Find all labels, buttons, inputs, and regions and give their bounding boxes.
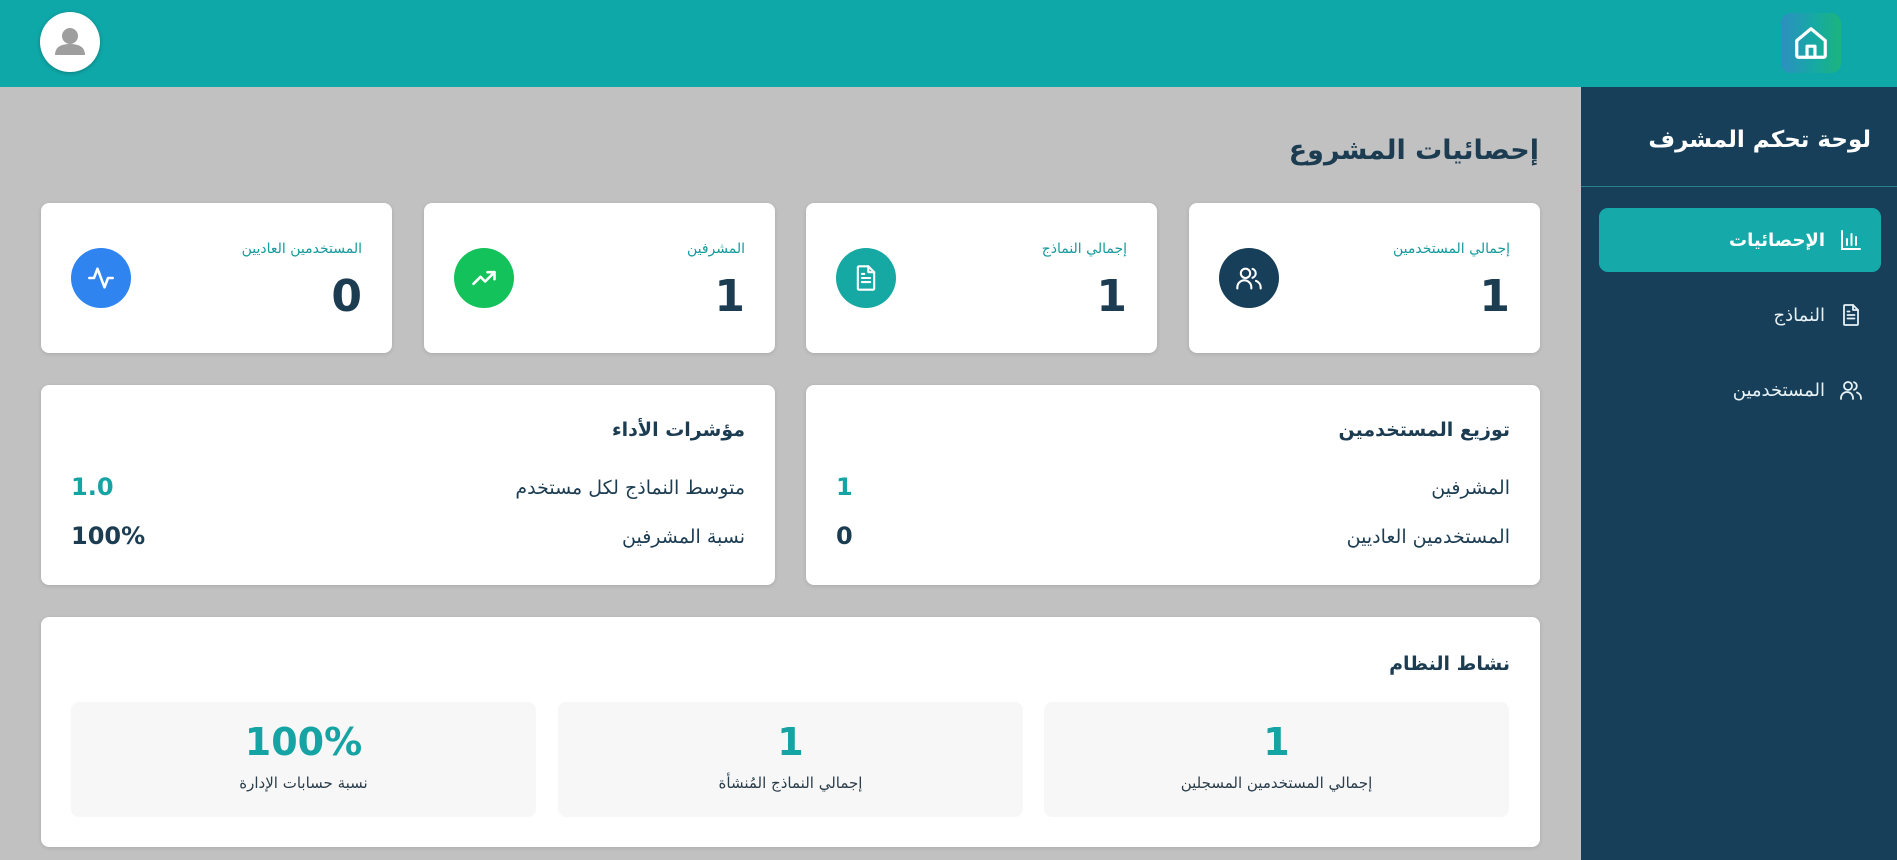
distribution-row-value: 0 — [836, 522, 853, 550]
file-icon — [1839, 303, 1863, 327]
users-icon — [1219, 248, 1279, 308]
tile-label: إجمالي النماذج المُنشأة — [718, 774, 863, 792]
system-activity-panel: نشاط النظام 1 إجمالي المستخدمين المسجلين… — [41, 617, 1540, 847]
performance-row-label: متوسط النماذج لكل مستخدم — [515, 477, 745, 499]
sidebar-item-label: النماذج — [1773, 304, 1825, 326]
performance-row-value: 100% — [71, 522, 146, 550]
stat-label: إجمالي النماذج — [1041, 241, 1127, 257]
main-content: إحصائيات المشروع إجمالي المستخدمين 1 إجم… — [0, 87, 1581, 860]
tile-label: نسبة حسابات الإدارة — [239, 774, 368, 792]
sidebar-divider — [1581, 186, 1897, 187]
stat-value: 0 — [331, 271, 362, 322]
performance-row-label: نسبة المشرفين — [622, 526, 745, 548]
panel-title: نشاط النظام — [1389, 653, 1510, 675]
activity-tile-admin-ratio: 100% نسبة حسابات الإدارة — [71, 702, 536, 817]
performance-row-value: 1.0 — [71, 473, 114, 501]
file-text-icon — [836, 248, 896, 308]
user-distribution-panel: توزيع المستخدمين المشرفين 1 المستخدمين ا… — [806, 385, 1540, 585]
home-icon — [1795, 27, 1827, 59]
trending-up-icon — [454, 248, 514, 308]
activity-tile-registered-users: 1 إجمالي المستخدمين المسجلين — [1044, 702, 1509, 817]
distribution-row-label: المشرفين — [1431, 477, 1510, 499]
user-avatar[interactable] — [40, 12, 100, 72]
panel-title: مؤشرات الأداء — [611, 419, 745, 441]
stat-card-total-forms: إجمالي النماذج 1 — [806, 203, 1157, 353]
activity-tile-created-forms: 1 إجمالي النماذج المُنشأة — [558, 702, 1023, 817]
sidebar-item-forms[interactable]: النماذج — [1599, 283, 1881, 347]
sidebar: لوحة تحكم المشرف الإحصائيات النماذج المس… — [1581, 87, 1897, 860]
tile-label: إجمالي المستخدمين المسجلين — [1180, 774, 1373, 792]
sidebar-item-users[interactable]: المستخدمين — [1599, 358, 1881, 422]
stat-card-regular-users: المستخدمين العاديين 0 — [41, 203, 392, 353]
stat-value: 1 — [1096, 271, 1127, 322]
panel-title: توزيع المستخدمين — [1338, 419, 1510, 441]
bar-chart-icon — [1839, 228, 1863, 252]
stat-value: 1 — [1479, 271, 1510, 322]
tile-value: 100% — [244, 720, 363, 764]
home-button[interactable] — [1781, 13, 1841, 73]
stat-label: المشرفين — [686, 241, 745, 257]
stat-label: إجمالي المستخدمين — [1392, 241, 1510, 257]
tile-value: 1 — [777, 720, 804, 764]
sidebar-item-label: الإحصائيات — [1729, 229, 1825, 251]
activity-icon — [71, 248, 131, 308]
performance-indicators-panel: مؤشرات الأداء متوسط النماذج لكل مستخدم 1… — [41, 385, 775, 585]
stat-card-admins: المشرفين 1 — [424, 203, 775, 353]
user-icon — [55, 28, 85, 55]
stat-card-total-users: إجمالي المستخدمين 1 — [1189, 203, 1540, 353]
sidebar-item-statistics[interactable]: الإحصائيات — [1599, 208, 1881, 272]
sidebar-title: لوحة تحكم المشرف — [1648, 127, 1871, 153]
sidebar-item-label: المستخدمين — [1732, 379, 1825, 401]
stat-label: المستخدمين العاديين — [241, 241, 362, 257]
stat-value: 1 — [714, 271, 745, 322]
top-bar — [0, 0, 1897, 87]
distribution-row-value: 1 — [836, 473, 853, 501]
distribution-row-label: المستخدمين العاديين — [1346, 526, 1510, 548]
users-icon — [1839, 378, 1863, 402]
page-title: إحصائيات المشروع — [1288, 135, 1539, 166]
tile-value: 1 — [1263, 720, 1290, 764]
